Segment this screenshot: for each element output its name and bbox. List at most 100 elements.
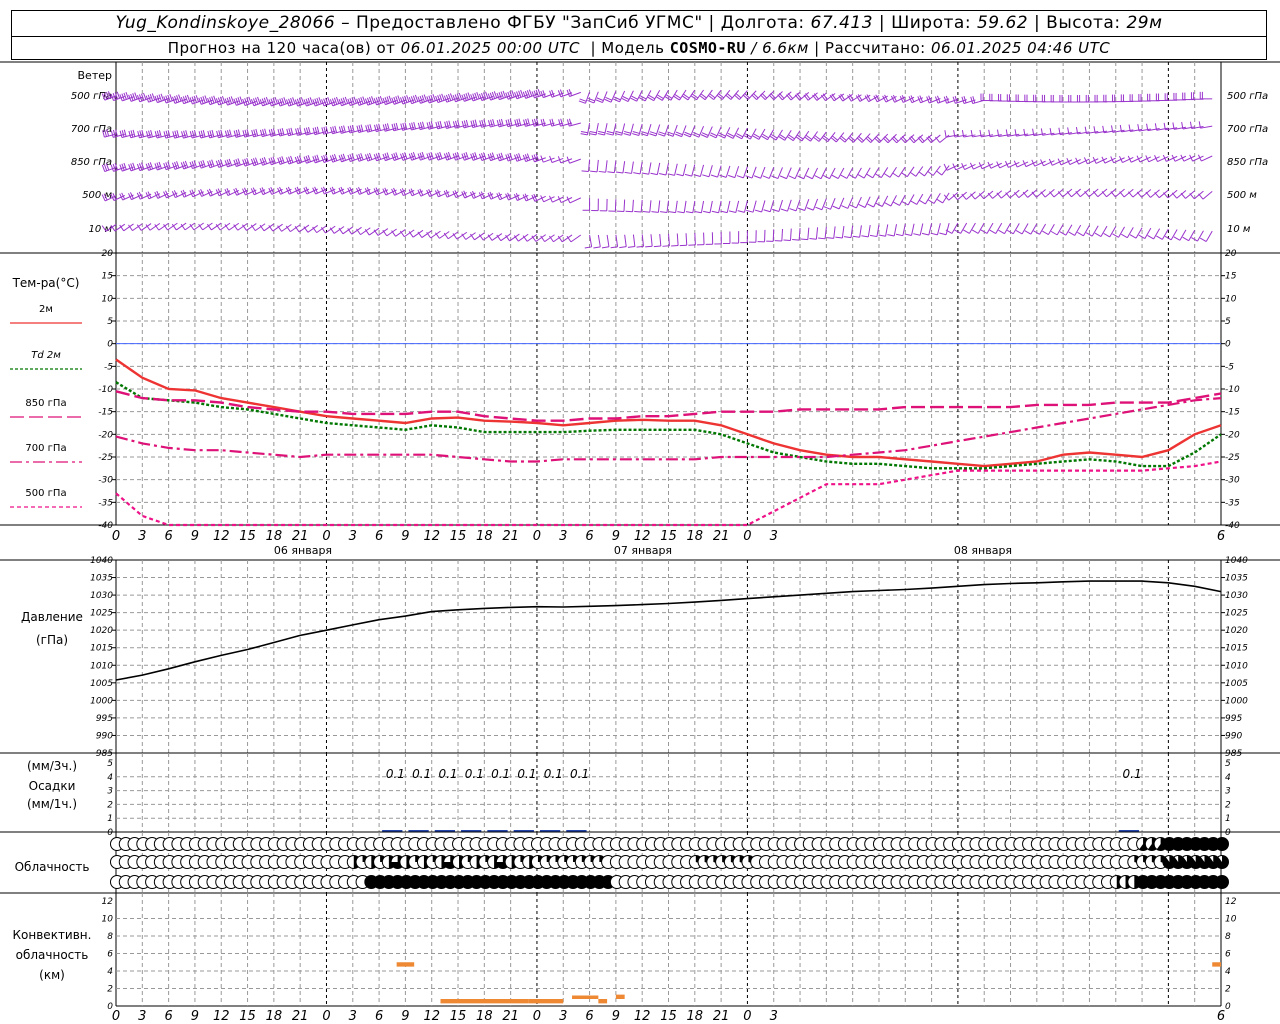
wind-barb-feather xyxy=(410,96,415,104)
wind-barb-feather xyxy=(569,118,572,126)
wind-barb-feather xyxy=(305,155,309,163)
temp-panel-ytick-label-left: -25 xyxy=(98,453,113,463)
wind-barb-feather xyxy=(728,210,736,214)
wind-barb xyxy=(725,90,740,100)
wind-barb-feather xyxy=(624,171,632,174)
wind-barb-feather xyxy=(788,175,796,180)
convective-cloud-bar xyxy=(572,995,599,999)
wind-barb-feather xyxy=(239,96,243,104)
wind-barb-feather xyxy=(235,129,239,137)
wind-barb-feather xyxy=(852,235,860,238)
wind-barb-feather xyxy=(566,119,570,127)
precip-panel-title-3: (мм/1ч.) xyxy=(27,797,77,811)
wind-barb-staff xyxy=(833,226,836,239)
wind-barb-feather xyxy=(400,97,404,105)
wind-barb-feather xyxy=(412,152,417,159)
wind-barb-feather xyxy=(580,131,588,134)
wind-barb xyxy=(849,167,862,179)
wind-barb xyxy=(1006,94,1020,102)
wind-barb-staff xyxy=(916,193,924,205)
wind-barb xyxy=(557,196,573,204)
wind-barb-feather xyxy=(1101,191,1107,198)
wind-barb-feather xyxy=(867,203,874,208)
wind-barb-feather xyxy=(677,211,685,214)
wind-barb xyxy=(930,223,941,236)
wind-barb-feather xyxy=(869,234,878,238)
wind-barb-feather xyxy=(281,156,285,164)
wind-barb-staff xyxy=(676,233,679,246)
wind-barb-feather xyxy=(344,96,349,104)
wind-barb-feather xyxy=(989,229,997,234)
wind-barb-feather xyxy=(598,130,606,134)
conv-xtick-label: 12 xyxy=(213,1009,230,1024)
precip-value-label: 0.1 xyxy=(386,767,405,781)
wind-barb-staff xyxy=(838,197,845,210)
conv-xtick-label: 0 xyxy=(112,1009,120,1024)
conv-panel-title-1: Конвективн. xyxy=(13,928,92,942)
wind-barb-feather xyxy=(250,158,255,166)
wind-barb xyxy=(634,200,643,213)
wind-barb xyxy=(593,234,601,249)
wind-barb-feather xyxy=(163,131,167,139)
wind-barb-feather xyxy=(288,156,292,164)
pressure-panel-ytick-label-right: 990 xyxy=(1225,731,1242,741)
wind-barb xyxy=(1182,92,1195,101)
wind-barb-feather xyxy=(921,232,929,236)
wind-barb-feather xyxy=(174,130,178,138)
wind-barb xyxy=(589,123,599,136)
wind-barb xyxy=(998,94,1011,102)
wind-barb xyxy=(952,191,967,201)
wind-barb-feather xyxy=(474,92,478,100)
convective-cloud-bar xyxy=(1212,962,1221,967)
wind-barb xyxy=(919,193,933,205)
wind-barb-feather xyxy=(176,130,180,138)
wind-barb-feather xyxy=(316,97,320,105)
wind-barb-feather xyxy=(1129,234,1137,239)
wind-barb xyxy=(913,223,924,236)
wind-barb-feather xyxy=(470,120,474,128)
wind-barb-staff xyxy=(552,196,564,203)
wind-barb-staff xyxy=(656,162,661,175)
wind-barb xyxy=(757,229,766,243)
wind-barb-staff xyxy=(915,166,924,177)
wind-barb-feather xyxy=(312,127,316,135)
wind-barb-feather xyxy=(412,95,417,103)
wind-barb-feather xyxy=(1103,232,1111,238)
wind-barb-feather xyxy=(524,90,529,98)
wind-barb xyxy=(1005,189,1020,199)
wind-barb-staff xyxy=(1205,230,1213,242)
wind-barb-feather xyxy=(878,234,886,237)
wind-barb-feather xyxy=(172,162,176,170)
wind-barb-feather xyxy=(202,129,206,137)
pressure-panel-ytick-label-left: 1010 xyxy=(90,661,113,671)
wind-barb-staff xyxy=(584,91,591,104)
wind-barb-staff xyxy=(829,167,836,179)
wind-barb-feather xyxy=(919,199,926,205)
wind-barb-feather xyxy=(198,161,202,169)
wind-barb-feather xyxy=(176,161,180,169)
wind-barb-feather xyxy=(835,236,843,239)
wind-barb-feather xyxy=(849,204,857,209)
pressure-panel-ytick-label-left: 995 xyxy=(96,714,113,724)
wind-barb-feather xyxy=(388,95,392,103)
wind-barb-feather xyxy=(478,93,483,101)
wind-barb-feather xyxy=(191,161,195,169)
wind-barb-feather xyxy=(443,95,448,103)
wind-barb-feather xyxy=(207,161,211,168)
wind-barb-feather xyxy=(587,99,595,104)
wind-barb-feather xyxy=(972,96,976,104)
wind-barb xyxy=(566,89,581,97)
wind-barb-feather xyxy=(402,96,406,104)
wind-barb xyxy=(540,195,555,203)
wind-barb-feather xyxy=(533,90,537,98)
wind-barb-feather xyxy=(277,129,281,137)
wind-barb-feather xyxy=(296,156,301,164)
wind-barb-feather xyxy=(542,90,546,98)
wind-barb xyxy=(927,193,941,204)
wind-barb-feather xyxy=(580,133,588,136)
wind-barb-feather xyxy=(207,130,211,138)
wind-barb-feather xyxy=(1154,191,1160,199)
temp-xtick-label: 21 xyxy=(292,529,309,544)
wind-barb xyxy=(1094,94,1107,103)
wind-barb-staff xyxy=(1202,191,1213,200)
